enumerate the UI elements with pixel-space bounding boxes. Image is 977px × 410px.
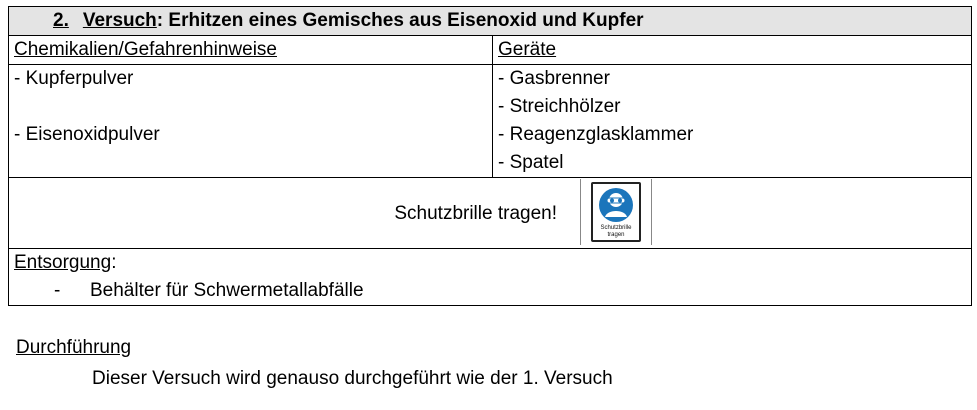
experiment-table: 2. Versuch: Erhitzen eines Gemisches aus … xyxy=(7,6,973,306)
procedure-text: Dieser Versuch wird genauso durchgeführt… xyxy=(92,368,613,389)
chemicals-list: - Kupferpulver - Eisenoxidpulver xyxy=(8,64,493,178)
disposal-label: Entsorgung xyxy=(14,252,112,273)
disposal-item: - Behälter für Schwermetallabfälle xyxy=(14,277,971,305)
experiment-title: 2. Versuch: Erhitzen eines Gemisches aus … xyxy=(7,6,973,36)
disposal-row: Entsorgung: - Behälter für Schwermetallab… xyxy=(7,248,973,306)
list-item: - Gasbrenner xyxy=(498,68,610,89)
equipment-header: Geräte xyxy=(491,35,973,65)
disposal-item-text: Behälter für Schwermetallabfälle xyxy=(90,280,364,301)
list-item: - Spatel xyxy=(498,152,564,173)
list-item: - Streichhölzer xyxy=(498,96,621,117)
list-item: - Kupferpulver xyxy=(14,68,134,89)
safety-instruction: Schutzbrille tragen! xyxy=(394,203,558,224)
safety-pictogram: Schutzbrille tragen xyxy=(580,179,652,245)
list-item: - Eisenoxidpulver xyxy=(14,124,160,145)
procedure-heading: Durchführung xyxy=(16,337,132,358)
experiment-number: 2. xyxy=(53,10,69,31)
chemicals-header-label: Chemikalien/Gefahrenhinweise xyxy=(14,39,277,60)
disposal-heading: Entsorgung: xyxy=(14,249,971,277)
experiment-label: Versuch xyxy=(82,10,157,31)
equipment-header-label: Geräte xyxy=(498,39,557,60)
safety-goggles-icon xyxy=(599,188,633,222)
list-item: - Reagenzglasklammer xyxy=(498,124,694,145)
chemicals-header: Chemikalien/Gefahrenhinweise xyxy=(8,35,493,65)
safety-sign: Schutzbrille tragen xyxy=(591,182,641,242)
list-item-blank xyxy=(14,93,492,121)
disposal-dash: - xyxy=(54,280,61,301)
equipment-list: - Gasbrenner - Streichhölzer - Reagenzgl… xyxy=(491,64,973,178)
disposal-colon: : xyxy=(111,252,117,273)
safety-row: Schutzbrille tragen! Schutzbrille tragen xyxy=(7,177,973,249)
safety-sign-caption: Schutzbrille tragen xyxy=(600,225,632,238)
experiment-title-text: : Erhitzen eines Gemisches aus Eisenoxid… xyxy=(156,10,644,31)
